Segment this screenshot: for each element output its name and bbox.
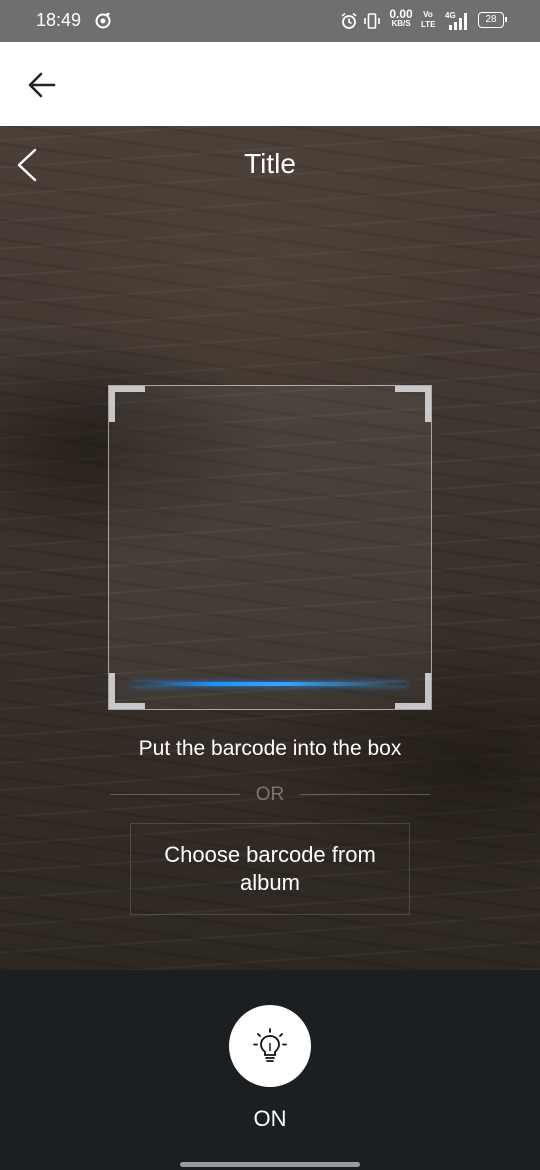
choose-from-album-label: Choose barcode from album — [164, 842, 376, 895]
arrow-left-icon[interactable] — [28, 72, 56, 98]
network-speed-value: 0.00 — [389, 7, 413, 21]
battery-level: 28 — [478, 12, 504, 28]
vibrate-icon — [364, 13, 380, 29]
network-speed: 0.00 KB/S — [387, 7, 415, 29]
or-divider: OR — [110, 782, 430, 806]
flashlight-state-label: ON — [253, 1106, 287, 1131]
app-notification-icon — [95, 13, 111, 29]
scan-frame-corner-bottom-right — [395, 673, 431, 709]
choose-from-album-button[interactable]: Choose barcode from album — [130, 823, 410, 915]
or-label: OR — [255, 784, 285, 805]
divider-line-right — [300, 794, 430, 795]
scan-frame-corner-top-left — [109, 386, 145, 422]
lightbulb-icon — [253, 1028, 287, 1062]
network-speed-unit: KB/S — [391, 19, 411, 28]
flashlight-panel: ON — [0, 970, 540, 1170]
scan-frame-corner-bottom-left — [109, 673, 145, 709]
page-title: Title — [244, 148, 296, 179]
camera-preview: Title Put the barcode into the box OR Ch… — [0, 126, 540, 970]
volte-indicator: Vo LTE — [421, 10, 436, 29]
signal-icon: 4G — [445, 11, 467, 30]
scan-frame — [108, 385, 432, 710]
scan-line — [131, 682, 407, 686]
alarm-icon — [341, 12, 357, 29]
status-time: 18:49 — [36, 10, 82, 30]
home-indicator[interactable] — [180, 1162, 360, 1167]
scan-instruction: Put the barcode into the box — [138, 737, 402, 760]
app-bar — [0, 42, 540, 126]
battery-icon: 28 — [478, 12, 507, 28]
network-type-label: 4G — [445, 11, 456, 20]
status-bar: 18:49 0.00 KB/S Vo LTE 4G 28 — [0, 0, 540, 42]
scan-frame-corner-top-right — [395, 386, 431, 422]
flashlight-button[interactable] — [229, 1005, 311, 1087]
